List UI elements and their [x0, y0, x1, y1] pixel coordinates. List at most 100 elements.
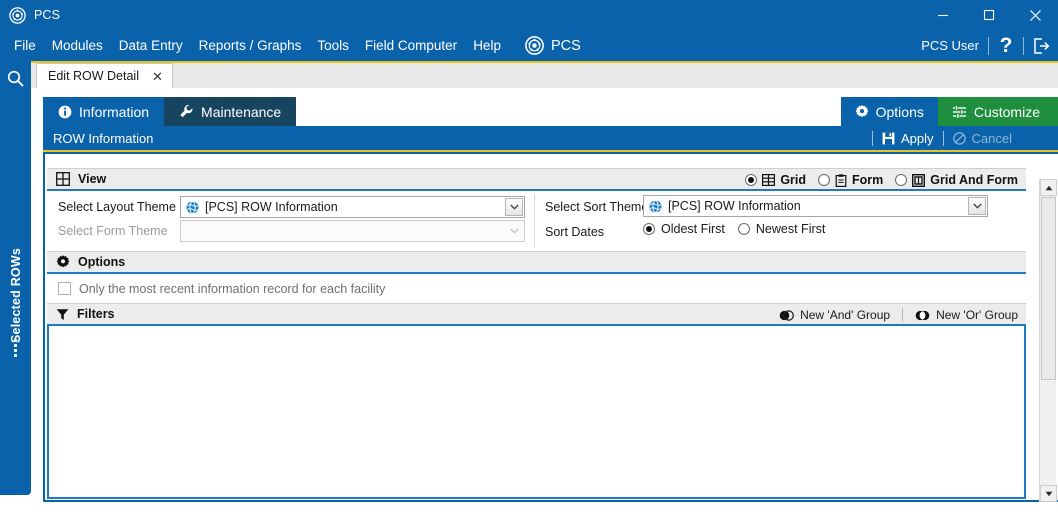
pcs-logo-icon — [9, 6, 26, 24]
section-header-view-label: View — [78, 172, 107, 186]
sort-dates-newest-first[interactable]: Newest First — [737, 222, 826, 236]
view-mode-radio-group: Grid Form Grid And Form — [733, 169, 1018, 191]
sort-dates-oldest-first[interactable]: Oldest First — [643, 222, 725, 236]
and-venn-icon — [779, 309, 794, 321]
view-right-column: Select Sort Theme [PCS] ROW Information … — [535, 191, 1026, 251]
question-mark-glyph: ? — [999, 34, 1013, 57]
document-tab-strip: Edit ROW Detail ✕ — [0, 63, 1058, 88]
menu-item-modules[interactable]: Modules — [44, 30, 111, 61]
drag-grip-icon — [14, 339, 17, 357]
caret-down-icon[interactable] — [1040, 485, 1057, 502]
close-icon[interactable] — [1012, 0, 1058, 30]
caret-up-icon[interactable] — [1040, 179, 1057, 196]
scroll-thumb[interactable] — [1041, 197, 1056, 380]
clipboard-icon — [835, 173, 847, 187]
grid-icon — [762, 174, 776, 186]
cancel-button[interactable]: Cancel — [952, 130, 1012, 146]
chevron-down-icon[interactable] — [968, 197, 986, 215]
cancel-circle-icon — [952, 131, 966, 145]
row-information-header: ROW Information Apply Cancel — [43, 126, 1058, 150]
sort-dates-newest-first-label: Newest First — [755, 222, 826, 236]
new-or-group-button[interactable]: New 'Or' Group — [915, 308, 1018, 322]
top-right-button-group: Options Customize — [840, 97, 1058, 126]
menu-item-reports-graphs[interactable]: Reports / Graphs — [191, 30, 310, 61]
apply-button[interactable]: Apply — [882, 131, 934, 146]
tab-information[interactable]: Information — [43, 97, 165, 126]
view-section-body: Select Layout Theme [PCS] ROW Informatio… — [47, 191, 1026, 251]
view-mode-grid-label: Grid — [780, 173, 807, 187]
sort-dates-label: Sort Dates — [545, 225, 605, 239]
menu-item-tools[interactable]: Tools — [309, 30, 357, 61]
title-bar: PCS — [0, 0, 1058, 30]
selected-rows-rail-text: Selected ROWs — [0, 96, 31, 495]
maximize-icon[interactable] — [966, 0, 1012, 30]
view-mode-grid[interactable]: Grid — [745, 173, 806, 187]
select-layout-theme-value: [PCS] ROW Information — [205, 200, 338, 214]
select-form-theme-label: Select Form Theme — [58, 224, 168, 238]
view-mode-form[interactable]: Form — [818, 173, 883, 187]
sort-dates-radio-group: Oldest First Newest First — [643, 222, 825, 236]
options-button-label: Options — [875, 103, 924, 120]
save-disk-icon — [882, 132, 895, 145]
chevron-down-icon[interactable] — [505, 198, 523, 216]
new-and-group-button[interactable]: New 'And' Group — [779, 308, 890, 322]
filters-divider — [902, 308, 904, 322]
view-mode-form-label: Form — [852, 173, 884, 187]
apply-button-label: Apply — [901, 130, 934, 146]
document-tab-edit-row-detail[interactable]: Edit ROW Detail ✕ — [36, 63, 173, 88]
menu-item-data-entry[interactable]: Data Entry — [111, 30, 191, 61]
customize-button-label: Customize — [973, 103, 1040, 120]
menu-item-help[interactable]: Help — [465, 30, 509, 61]
page-title: ROW Information — [53, 130, 154, 146]
menu-item-file[interactable]: File — [6, 30, 44, 61]
vertical-scrollbar[interactable] — [1039, 179, 1057, 502]
gear-icon — [56, 255, 70, 269]
view-mode-grid-and-form[interactable]: Grid And Form — [895, 173, 1018, 187]
window-title: PCS — [34, 8, 61, 22]
minimize-icon[interactable] — [920, 0, 966, 30]
most-recent-record-label: Only the most recent information record … — [79, 281, 386, 296]
header-divider — [942, 130, 944, 146]
most-recent-record-checkbox[interactable] — [58, 282, 71, 295]
section-header-filters-label: Filters — [77, 307, 115, 321]
grid-and-form-icon — [912, 173, 926, 187]
close-icon[interactable]: ✕ — [149, 70, 166, 83]
cancel-button-label: Cancel — [971, 130, 1012, 146]
logout-icon[interactable] — [1024, 30, 1058, 61]
radio-grid[interactable] — [745, 174, 758, 186]
view-mode-grid-and-form-label: Grid And Form — [930, 173, 1018, 187]
select-layout-theme-dropdown[interactable]: [PCS] ROW Information — [180, 196, 525, 218]
filters-action-group: New 'And' Group New 'Or' Group — [779, 304, 1018, 326]
select-sort-theme-dropdown[interactable]: [PCS] ROW Information — [643, 195, 988, 217]
search-icon[interactable] — [0, 61, 31, 96]
selected-rows-label: Selected ROWs — [8, 248, 23, 343]
current-user-label: PCS User — [921, 38, 979, 53]
menu-brand[interactable]: PCS — [525, 36, 581, 55]
section-header-view: View Grid Form Grid And Form — [47, 168, 1026, 191]
customize-button[interactable]: Customize — [937, 97, 1058, 126]
filters-section-body[interactable] — [47, 326, 1026, 499]
form-tab-group: Information Maintenance — [43, 97, 297, 126]
tab-information-label: Information — [79, 103, 150, 120]
sliders-icon — [952, 104, 967, 119]
section-header-options-label: Options — [78, 255, 126, 269]
select-form-theme-dropdown[interactable] — [180, 220, 525, 242]
radio-form[interactable] — [818, 174, 831, 186]
or-venn-icon — [915, 310, 930, 321]
new-or-group-label: New 'Or' Group — [936, 308, 1018, 322]
menu-item-field-computer[interactable]: Field Computer — [357, 30, 465, 61]
info-circle-icon — [58, 105, 72, 119]
gear-icon — [855, 104, 869, 119]
tab-maintenance[interactable]: Maintenance — [164, 97, 297, 126]
funnel-icon — [56, 308, 69, 321]
radio-oldest-first[interactable] — [643, 223, 655, 235]
radio-grid-and-form[interactable] — [895, 174, 908, 186]
options-section-body: Only the most recent information record … — [47, 274, 1026, 303]
chevron-down-icon[interactable] — [505, 222, 523, 240]
question-mark-icon[interactable]: ? — [989, 30, 1023, 61]
section-header-options: Options — [47, 251, 1026, 274]
radio-newest-first[interactable] — [737, 223, 750, 235]
options-pane: View Grid Form Grid And Form Select Layo… — [43, 152, 1058, 502]
options-button[interactable]: Options — [840, 97, 938, 126]
selected-rows-rail[interactable]: Selected ROWs — [0, 96, 31, 495]
